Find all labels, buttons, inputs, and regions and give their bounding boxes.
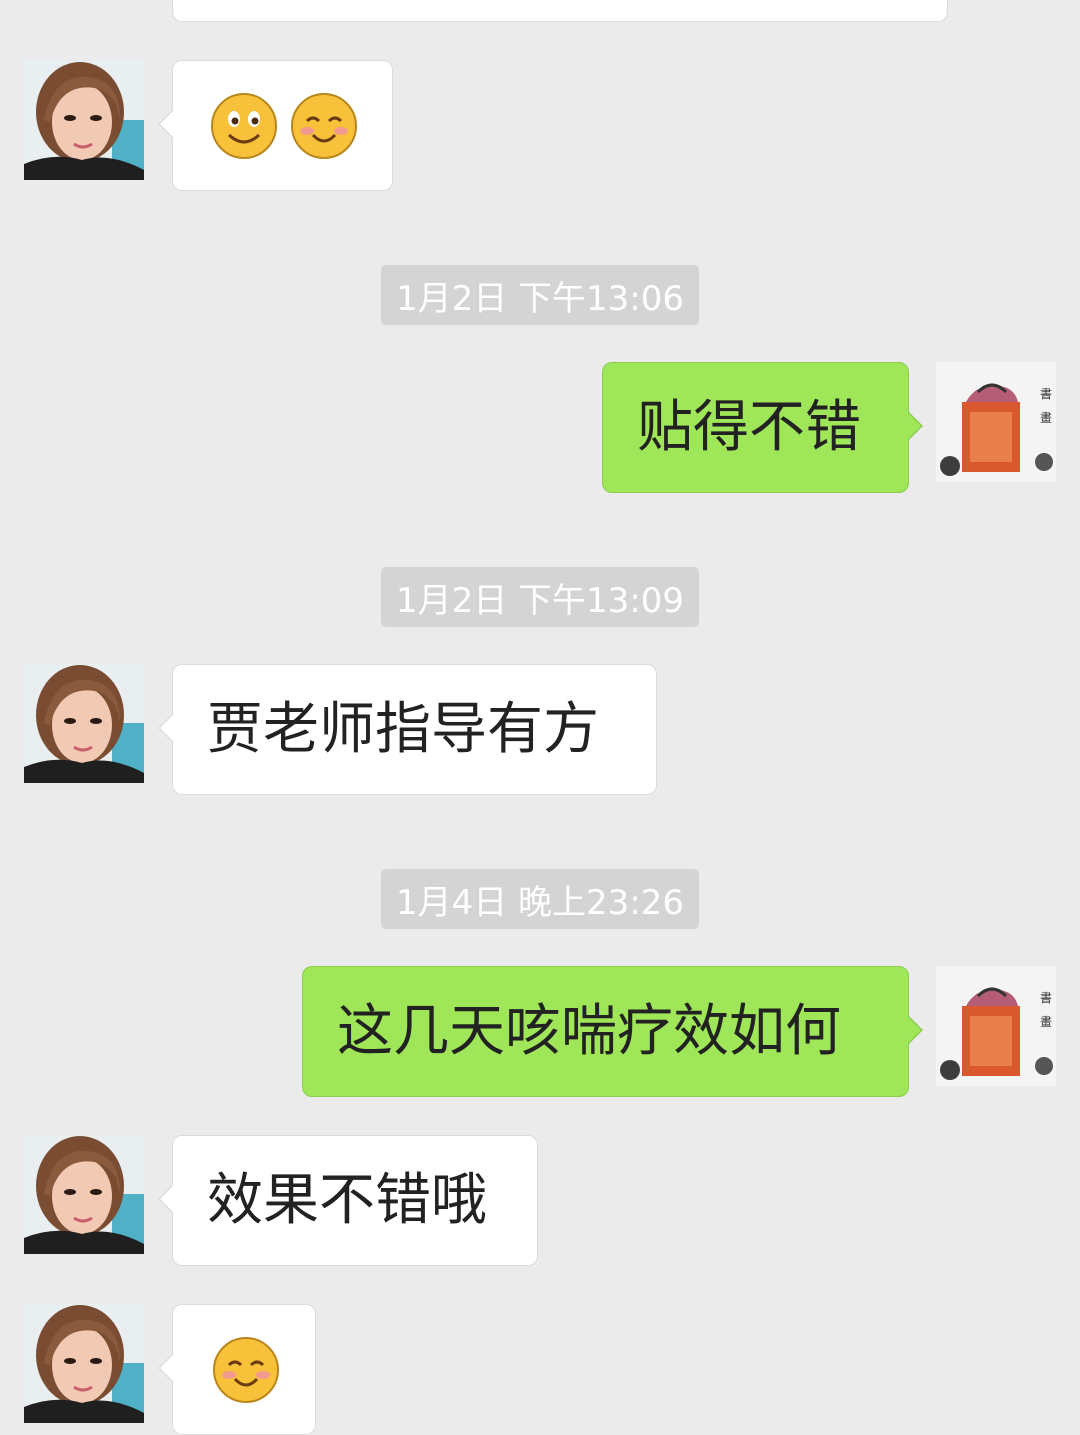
blush-emoji-icon — [211, 1335, 281, 1405]
received-message-bubble[interactable]: 贾老师指导有方 — [158, 664, 657, 795]
timestamp: 1月2日 下午13:06 — [381, 265, 699, 325]
contact-avatar[interactable] — [24, 1134, 144, 1254]
message-text: 贾老师指导有方 — [207, 696, 599, 762]
message-text: 这几天咳喘疗效如何 — [337, 998, 841, 1064]
timestamp: 1月2日 下午13:09 — [381, 567, 699, 627]
contact-avatar[interactable] — [24, 60, 144, 180]
blush-emoji-icon — [289, 91, 359, 161]
previous-message-bubble — [172, 0, 948, 22]
smile-emoji-icon — [209, 91, 279, 161]
self-avatar[interactable] — [936, 362, 1056, 482]
emoji-message-bubble[interactable] — [158, 60, 393, 191]
received-message-bubble[interactable]: 效果不错哦 — [158, 1135, 538, 1266]
contact-avatar[interactable] — [24, 663, 144, 783]
self-avatar[interactable] — [936, 966, 1056, 1086]
emoji-message-bubble[interactable] — [158, 1304, 316, 1435]
sent-message-bubble[interactable]: 这几天咳喘疗效如何 — [302, 966, 923, 1097]
timestamp: 1月4日 晚上23:26 — [381, 869, 699, 929]
sent-message-bubble[interactable]: 贴得不错 — [602, 362, 923, 493]
message-text: 效果不错哦 — [207, 1167, 487, 1233]
contact-avatar[interactable] — [24, 1303, 144, 1423]
message-text: 贴得不错 — [637, 394, 861, 460]
